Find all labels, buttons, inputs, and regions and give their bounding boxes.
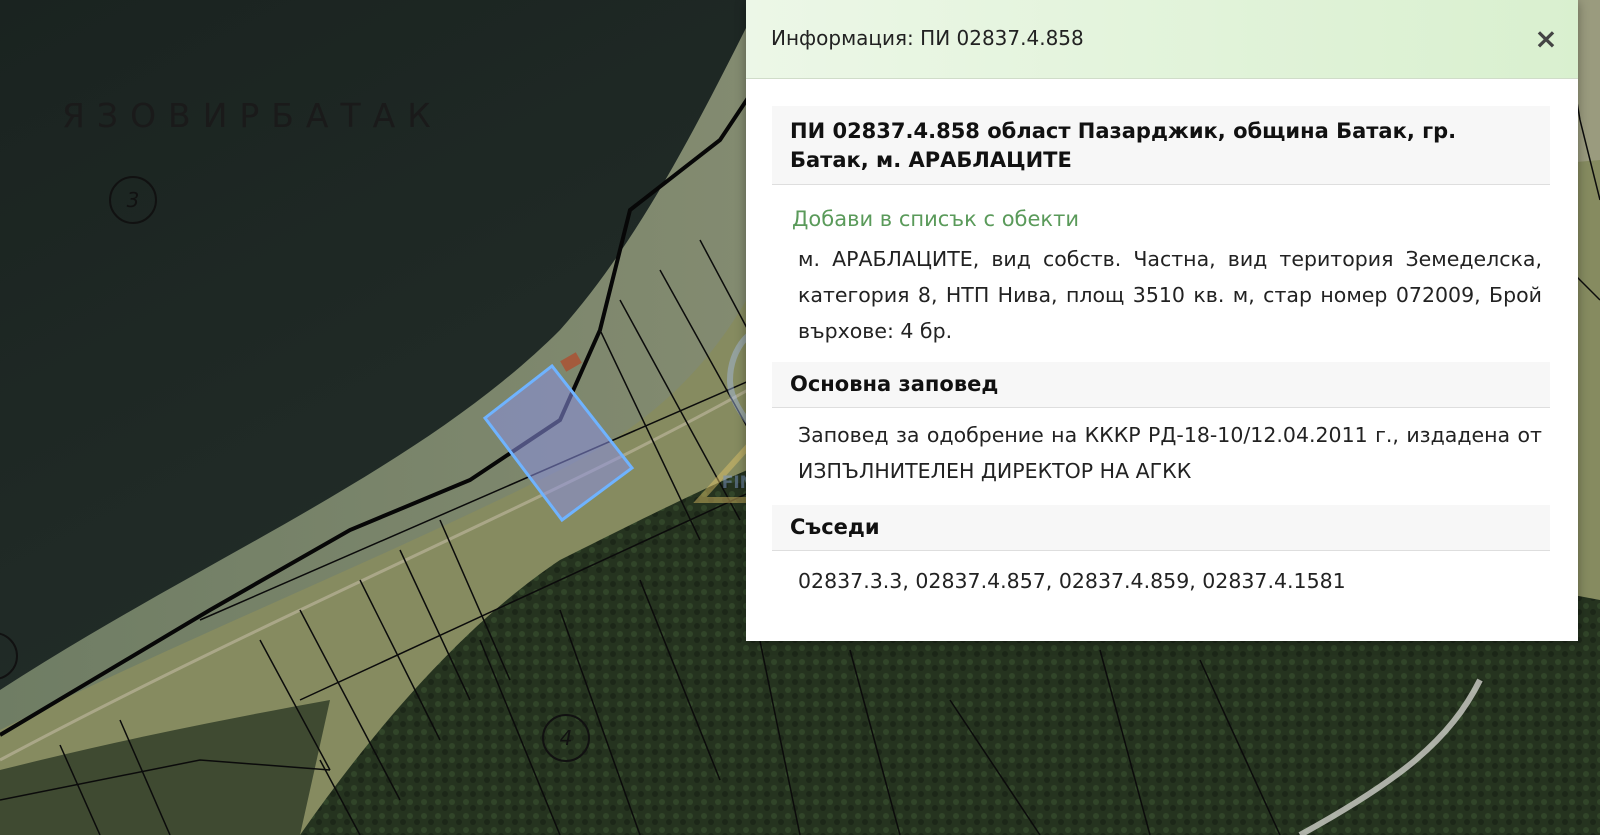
neighbors-text: 02837.3.3, 02837.4.857, 02837.4.859, 028… xyxy=(798,569,1346,593)
panel-body: ПИ 02837.4.858 област Пазарджик, община … xyxy=(772,106,1550,599)
add-to-list-link[interactable]: Добави в списък с обекти xyxy=(792,207,1550,231)
zone-number-badge: 3 xyxy=(109,176,157,224)
panel-title: Информация: ПИ 02837.4.858 xyxy=(771,26,1084,50)
order-text: Заповед за одобрение на КККР РД-18-10/12… xyxy=(798,423,1542,483)
parcel-description: м. АРАБЛАЦИТЕ, вид собств. Частна, вид т… xyxy=(798,247,1542,343)
neighbors-heading: Съседи xyxy=(772,505,1550,551)
close-button[interactable]: × xyxy=(1528,20,1564,56)
parcel-heading: ПИ 02837.4.858 област Пазарджик, община … xyxy=(772,106,1550,185)
zone-number-badge: 4 xyxy=(542,714,590,762)
panel-header: Информация: ПИ 02837.4.858 × xyxy=(746,0,1578,79)
parcel-info-panel: Информация: ПИ 02837.4.858 × ПИ 02837.4.… xyxy=(746,0,1578,641)
order-heading: Основна заповед xyxy=(772,362,1550,408)
lake-label: ЯЗОВИРБАТАК xyxy=(62,96,443,135)
